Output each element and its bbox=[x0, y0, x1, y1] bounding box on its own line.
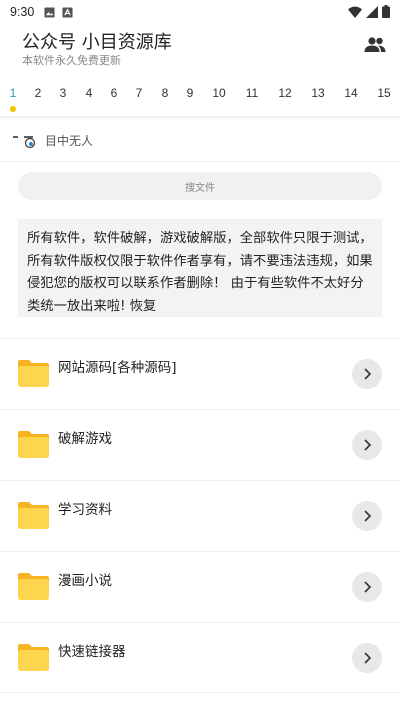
tab-10[interactable]: 10 bbox=[210, 86, 228, 100]
folder-name: 学习资料 bbox=[58, 502, 112, 518]
tab-3[interactable]: 3 bbox=[58, 86, 68, 100]
tab-15[interactable]: 15 bbox=[375, 86, 393, 100]
emoji-face-icon bbox=[13, 136, 36, 149]
folder-item[interactable]: 网站源码[各种源码] bbox=[0, 338, 400, 409]
wifi-icon bbox=[348, 6, 362, 18]
folder-icon bbox=[18, 431, 49, 458]
user-row[interactable]: 目中无人 bbox=[0, 122, 400, 162]
folder-name: 破解游戏 bbox=[58, 431, 112, 447]
tab-4[interactable]: 4 bbox=[84, 86, 94, 100]
folder-name: 漫画小说 bbox=[58, 573, 112, 589]
tab-7[interactable]: 7 bbox=[134, 86, 144, 100]
search-placeholder: 搜文件 bbox=[185, 182, 215, 194]
chevron-right-icon bbox=[364, 581, 372, 593]
chevron-right-icon bbox=[364, 652, 372, 664]
open-folder-button[interactable] bbox=[352, 359, 382, 389]
open-folder-button[interactable] bbox=[352, 643, 382, 673]
folder-icon bbox=[18, 573, 49, 600]
battery-icon bbox=[382, 5, 390, 18]
open-folder-button[interactable] bbox=[352, 430, 382, 460]
folder-icon bbox=[18, 360, 49, 387]
chevron-right-icon bbox=[364, 439, 372, 451]
signal-icon bbox=[366, 5, 378, 18]
search-input[interactable]: 搜文件 bbox=[18, 172, 382, 200]
status-bar: 9:30 bbox=[0, 0, 400, 24]
chevron-right-icon bbox=[364, 510, 372, 522]
folder-icon bbox=[18, 502, 49, 529]
open-folder-button[interactable] bbox=[352, 572, 382, 602]
user-name: 目中无人 bbox=[45, 134, 94, 148]
tab-2[interactable]: 2 bbox=[33, 86, 43, 100]
tab-13[interactable]: 13 bbox=[309, 86, 327, 100]
folder-item[interactable]: 学习资料 bbox=[0, 480, 400, 551]
tab-14[interactable]: 14 bbox=[342, 86, 360, 100]
tab-12[interactable]: 12 bbox=[276, 86, 294, 100]
folder-item[interactable]: 快速链接器 bbox=[0, 622, 400, 693]
active-tab-indicator bbox=[10, 106, 16, 112]
folder-list: 网站源码[各种源码] 破解游戏 学习资料 漫画小说 快速链接器 bbox=[0, 338, 400, 693]
chevron-right-icon bbox=[364, 368, 372, 380]
tab-6[interactable]: 6 bbox=[109, 86, 119, 100]
image-icon bbox=[44, 6, 55, 18]
notice-text: 所有软件，软件破解，游戏破解版，全部软件只限于测试，所有软件版权仅限于软件作者享… bbox=[18, 219, 382, 317]
tab-9[interactable]: 9 bbox=[185, 86, 195, 100]
folder-item[interactable]: 破解游戏 bbox=[0, 409, 400, 480]
tab-11[interactable]: 11 bbox=[243, 86, 261, 100]
app-header: 公众号 小目资源库 本软件永久免费更新 bbox=[0, 24, 400, 76]
text-icon bbox=[62, 6, 73, 18]
app-subtitle: 本软件永久免费更新 bbox=[22, 54, 121, 67]
people-icon[interactable] bbox=[364, 36, 386, 54]
folder-name: 快速链接器 bbox=[58, 644, 126, 660]
tab-8[interactable]: 8 bbox=[160, 86, 170, 100]
folder-name: 网站源码[各种源码] bbox=[58, 360, 177, 376]
folder-icon bbox=[18, 644, 49, 671]
app-title: 公众号 小目资源库 bbox=[22, 32, 172, 53]
open-folder-button[interactable] bbox=[352, 501, 382, 531]
tab-bar: 1 2 3 4 6 7 8 9 10 11 12 13 14 15 bbox=[0, 80, 400, 116]
status-time: 9:30 bbox=[10, 5, 35, 19]
tab-divider bbox=[0, 116, 400, 120]
tab-1[interactable]: 1 bbox=[9, 86, 17, 100]
folder-item[interactable]: 漫画小说 bbox=[0, 551, 400, 622]
